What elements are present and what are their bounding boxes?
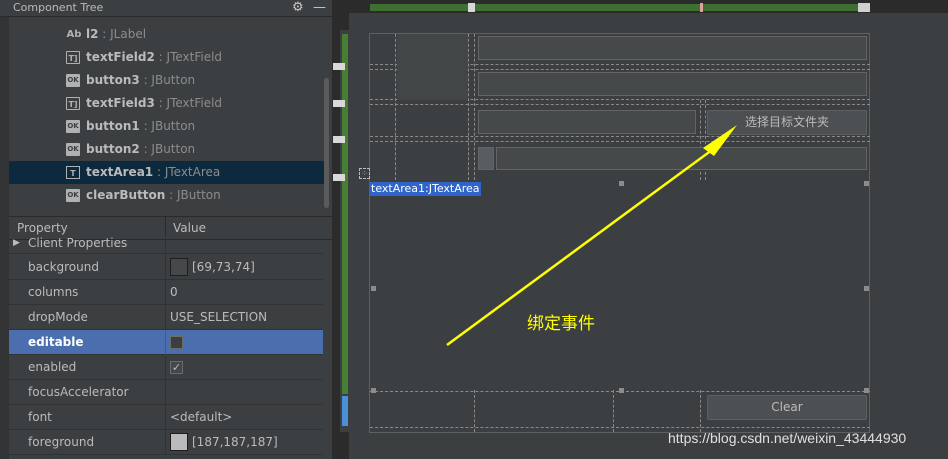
watermark: https://blog.csdn.net/weixin_43444930 bbox=[668, 430, 907, 446]
annotation-text: 绑定事件 bbox=[527, 314, 595, 334]
annotation-arrow bbox=[446, 125, 737, 347]
